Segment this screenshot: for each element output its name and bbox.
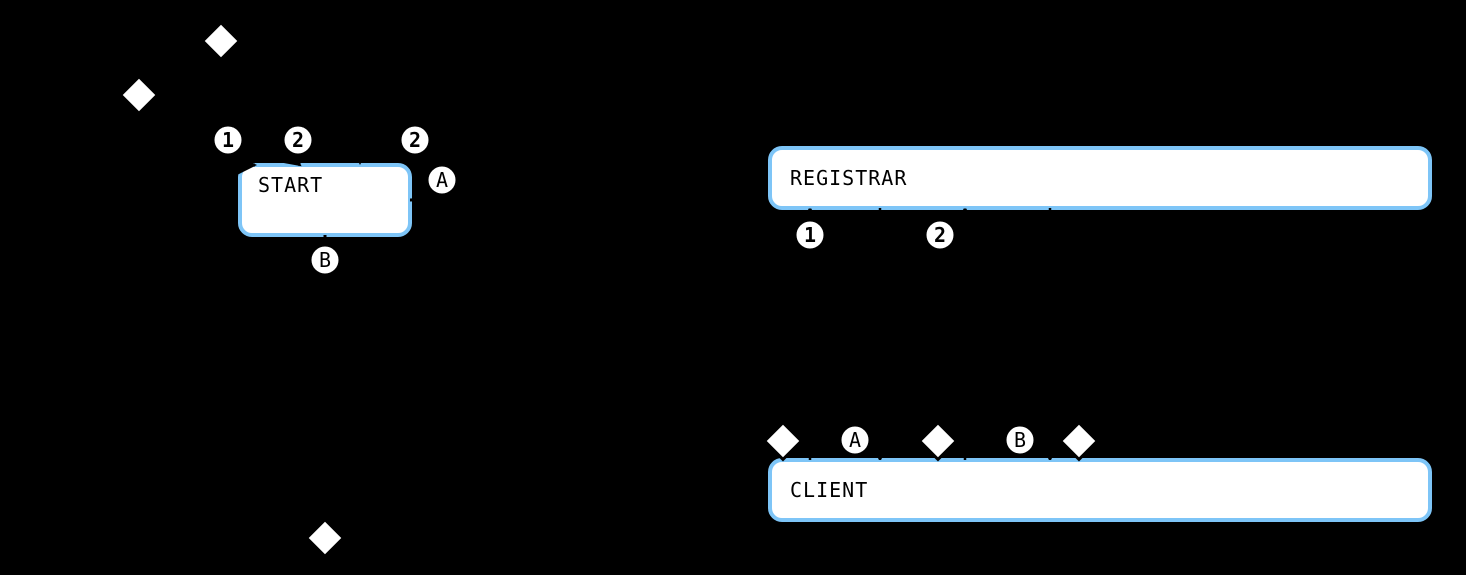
lane-client (770, 460, 1430, 520)
state-diagram: START 1 2 2 A B (121, 23, 470, 557)
state-start-label: START (258, 173, 323, 197)
diamond-source-2 (203, 23, 240, 60)
badge-loop-letter-label: A (436, 168, 448, 192)
badge-out-b-label: B (319, 248, 331, 272)
badge-in-2-label: 2 (292, 128, 304, 152)
diamond-end (307, 520, 344, 557)
diamond-source-1 (121, 77, 158, 114)
sequence-diagram: REGISTRAR CLIENT 1 A 2 B (765, 148, 1430, 520)
badge-msg1-label: 1 (804, 223, 816, 247)
badge-resp-b-label: B (1014, 428, 1026, 452)
diamond-trailing (1061, 423, 1098, 460)
diamond-msg2-origin (920, 423, 957, 460)
badge-loop-num-label: 2 (409, 128, 421, 152)
lane-client-label: CLIENT (790, 478, 868, 502)
diamond-msg1-origin (765, 423, 802, 460)
diagram-canvas: START 1 2 2 A B REGISTRAR CLIENT (0, 0, 1466, 575)
badge-in-1-label: 1 (222, 128, 234, 152)
lane-registrar-label: REGISTRAR (790, 166, 907, 190)
badge-msg2-label: 2 (934, 223, 946, 247)
badge-resp-a-label: A (849, 428, 861, 452)
